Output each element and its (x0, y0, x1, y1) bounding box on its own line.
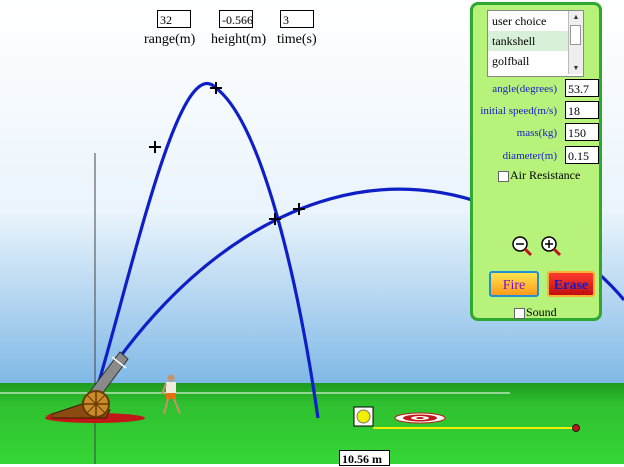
mass-input[interactable]: 150 (565, 123, 599, 141)
sound-label: Sound (526, 305, 557, 319)
time-label: time(s) (277, 32, 317, 47)
diameter-label: diameter(m) (502, 150, 557, 162)
erase-button[interactable]: Erase (547, 271, 595, 297)
control-panel: user choice tankshell golfball ▲ ▼ angle… (470, 2, 602, 321)
projectile-option[interactable]: user choice (488, 11, 568, 31)
angle-label: angle(degrees) (492, 83, 557, 95)
projectile-option[interactable]: golfball (488, 51, 568, 71)
initial-speed-label: initial speed(m/s) (480, 105, 557, 117)
diameter-input[interactable]: 0.15 (565, 146, 599, 164)
initial-speed-input[interactable]: 18 (565, 101, 599, 119)
zoom-in-icon[interactable] (541, 236, 562, 257)
zoom-controls (512, 236, 562, 257)
mass-label: mass(kg) (516, 127, 557, 139)
time-readout: 3 (280, 10, 314, 28)
fire-button[interactable]: Fire (489, 271, 539, 297)
projectile-option-selected[interactable]: tankshell (488, 31, 568, 51)
range-readout: 32 (157, 10, 191, 28)
height-label: height(m) (211, 32, 267, 47)
list-scrollbar[interactable]: ▲ ▼ (568, 11, 583, 74)
tape-end-handle[interactable] (572, 424, 580, 432)
air-resistance-checkbox[interactable] (498, 171, 509, 182)
zoom-out-icon[interactable] (512, 236, 533, 257)
angle-input[interactable]: 53.7 (565, 79, 599, 97)
air-resistance-label: Air Resistance (510, 168, 581, 182)
height-readout: -0.566 (219, 10, 253, 28)
sound-checkbox[interactable] (514, 308, 525, 319)
scroll-thumb[interactable] (570, 25, 581, 45)
target[interactable] (394, 412, 446, 424)
scroll-up-icon[interactable]: ▲ (569, 11, 583, 23)
projectile-list[interactable]: user choice tankshell golfball ▲ ▼ (487, 10, 584, 77)
range-label: range(m) (144, 32, 196, 47)
scroll-down-icon[interactable]: ▼ (569, 62, 583, 74)
